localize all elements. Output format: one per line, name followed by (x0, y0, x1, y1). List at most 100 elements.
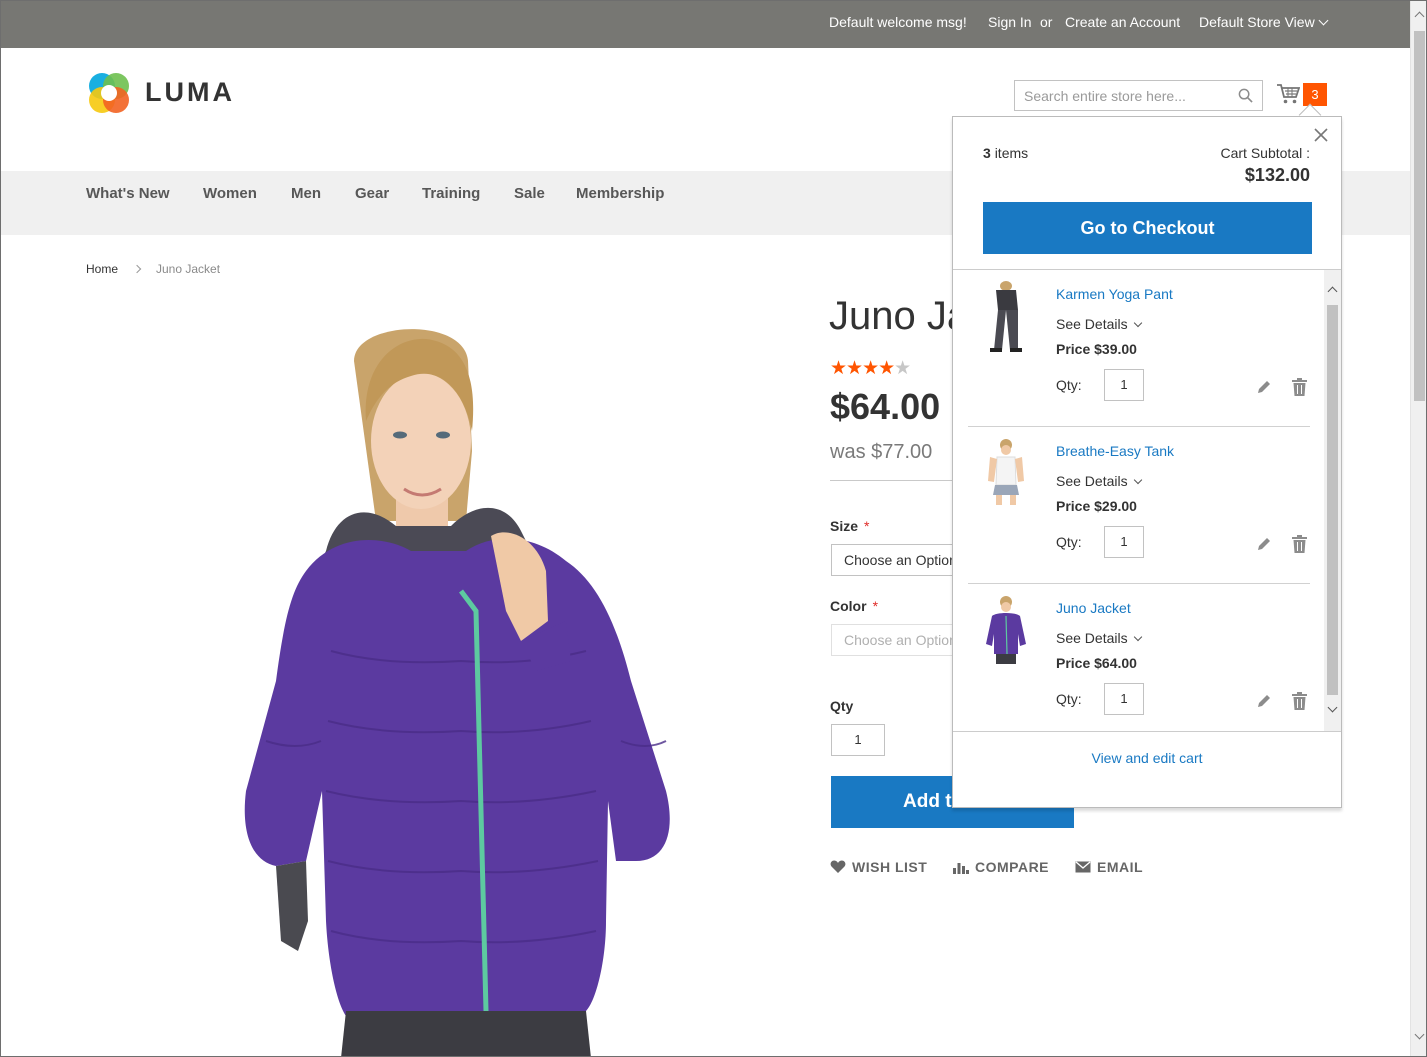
qty-label: Qty (830, 698, 854, 714)
minicart-item-name[interactable]: Karmen Yoga Pant (1056, 286, 1173, 302)
page-scrollbar[interactable] (1410, 1, 1426, 1056)
price-value: $29.00 (1094, 498, 1137, 514)
go-to-checkout-button[interactable]: Go to Checkout (983, 202, 1312, 254)
search-input[interactable] (1015, 81, 1225, 110)
required-marker: * (864, 518, 870, 534)
welcome-message: Default welcome msg! (829, 14, 967, 30)
price-value: $64.00 (1094, 655, 1137, 671)
item-qty-input[interactable]: 1 (1104, 526, 1144, 558)
product-thumbnail[interactable] (978, 594, 1034, 674)
subtotal-label: Cart Subtotal : (1220, 145, 1311, 161)
breadcrumb-separator-icon (132, 264, 142, 274)
item-qty-input[interactable]: 1 (1104, 369, 1144, 401)
see-details-toggle[interactable]: See Details (1056, 630, 1142, 646)
top-bar: Default welcome msg! Sign In or Create a… (1, 1, 1410, 48)
scroll-up-arrow[interactable] (1414, 11, 1425, 22)
chevron-down-icon (1318, 15, 1329, 26)
minicart-item: Breathe-Easy Tank See Details Price $29.… (968, 427, 1310, 584)
item-qty-input[interactable]: 1 (1104, 683, 1144, 715)
luma-logo-icon[interactable] (87, 71, 131, 115)
compare-link[interactable]: COMPARE (953, 859, 1049, 875)
search-icon[interactable] (1238, 88, 1253, 103)
minicart-item-list[interactable]: Karmen Yoga Pant See Details Price $39.0… (953, 269, 1341, 732)
cart-icon[interactable] (1276, 83, 1300, 105)
store-view-switcher[interactable]: Default Store View (1199, 14, 1329, 30)
color-label-text: Color (830, 598, 867, 614)
wish-list-link[interactable]: WISH LIST (830, 859, 927, 875)
nav-item-men[interactable]: Men (291, 185, 321, 202)
view-and-edit-cart-link[interactable]: View and edit cart (953, 750, 1341, 766)
star-half-icon: ★ (894, 358, 911, 379)
price-label: Price (1056, 655, 1091, 671)
nav-item-membership[interactable]: Membership (576, 185, 664, 202)
see-details-label: See Details (1056, 316, 1128, 332)
nav-item-women[interactable]: Women (203, 185, 257, 202)
close-icon[interactable] (1313, 127, 1329, 143)
see-details-toggle[interactable]: See Details (1056, 316, 1142, 332)
minicart-scrollbar[interactable] (1324, 270, 1341, 731)
size-label: Size * (830, 518, 869, 534)
scrollbar-thumb[interactable] (1414, 31, 1425, 401)
trash-icon[interactable] (1292, 692, 1307, 710)
nav-item-whats-new[interactable]: What's New (86, 185, 170, 202)
price-label: Price (1056, 498, 1091, 514)
email-label: EMAIL (1097, 859, 1144, 875)
compare-label: COMPARE (975, 859, 1050, 875)
items-count-label: items (994, 145, 1029, 161)
pencil-icon[interactable] (1256, 536, 1272, 552)
subtotal-value: $132.00 (1244, 165, 1310, 185)
minicart-item-name[interactable]: Breathe-Easy Tank (1056, 443, 1174, 459)
scroll-down-arrow[interactable] (1414, 1029, 1425, 1040)
price-label: Price (1056, 341, 1091, 357)
size-label-text: Size (830, 518, 859, 534)
product-image[interactable] (236, 321, 686, 1057)
cart-count-badge[interactable]: 3 (1303, 83, 1327, 106)
logo-text[interactable]: LUMA (145, 77, 235, 108)
pencil-icon[interactable] (1256, 693, 1272, 709)
chevron-down-icon (1133, 475, 1142, 485)
breadcrumb-home[interactable]: Home (86, 262, 118, 276)
wish-list-label: WISH LIST (852, 859, 928, 875)
minicart-item: Juno Jacket See Details Price $64.00 Qty… (968, 584, 1310, 731)
create-account-link[interactable]: Create an Account (1065, 14, 1180, 30)
chevron-down-icon (1133, 632, 1142, 642)
sign-in-link[interactable]: Sign In (988, 14, 1032, 30)
scroll-up-arrow[interactable] (1327, 286, 1338, 297)
product-thumbnail[interactable] (978, 437, 1034, 517)
store-view-label: Default Store View (1199, 14, 1315, 30)
required-marker: * (872, 598, 879, 614)
minicart-items-count: 3 items (983, 145, 1028, 161)
breadcrumb-current: Juno Jacket (156, 262, 221, 276)
email-link[interactable]: EMAIL (1075, 859, 1143, 875)
see-details-toggle[interactable]: See Details (1056, 473, 1142, 489)
nav-item-training[interactable]: Training (422, 185, 480, 202)
old-price: was $77.00 (830, 441, 933, 463)
search-box[interactable] (1014, 80, 1263, 111)
product-thumbnail[interactable] (978, 280, 1034, 360)
or-text: or (1040, 14, 1053, 30)
qty-label: Qty: (1056, 534, 1082, 550)
nav-item-sale[interactable]: Sale (514, 185, 545, 202)
minicart-item-name[interactable]: Juno Jacket (1056, 600, 1131, 616)
trash-icon[interactable] (1292, 535, 1307, 553)
product-price: $64.00 (830, 386, 941, 427)
rating-stars[interactable]: ★★★★★ (830, 357, 911, 380)
scrollbar-thumb[interactable] (1327, 305, 1338, 695)
items-count-number: 3 (983, 145, 991, 161)
minicart-item-price: Price $39.00 (1056, 341, 1137, 357)
compare-icon (953, 863, 969, 874)
qty-label: Qty: (1056, 691, 1082, 707)
color-label: Color * (830, 598, 878, 614)
trash-icon[interactable] (1292, 378, 1307, 396)
star-icon: ★★★★ (830, 358, 895, 379)
heart-icon (830, 860, 846, 873)
qty-label: Qty: (1056, 377, 1082, 393)
nav-item-gear[interactable]: Gear (355, 185, 389, 202)
scroll-down-arrow[interactable] (1327, 702, 1338, 713)
chevron-down-icon (1133, 318, 1142, 328)
envelope-icon (1075, 861, 1091, 873)
qty-input[interactable]: 1 (831, 724, 885, 756)
minicart-item-price: Price $64.00 (1056, 655, 1137, 671)
minicart-dropdown: 3 items Cart Subtotal : $132.00 Go to Ch… (952, 116, 1342, 808)
pencil-icon[interactable] (1256, 379, 1272, 395)
